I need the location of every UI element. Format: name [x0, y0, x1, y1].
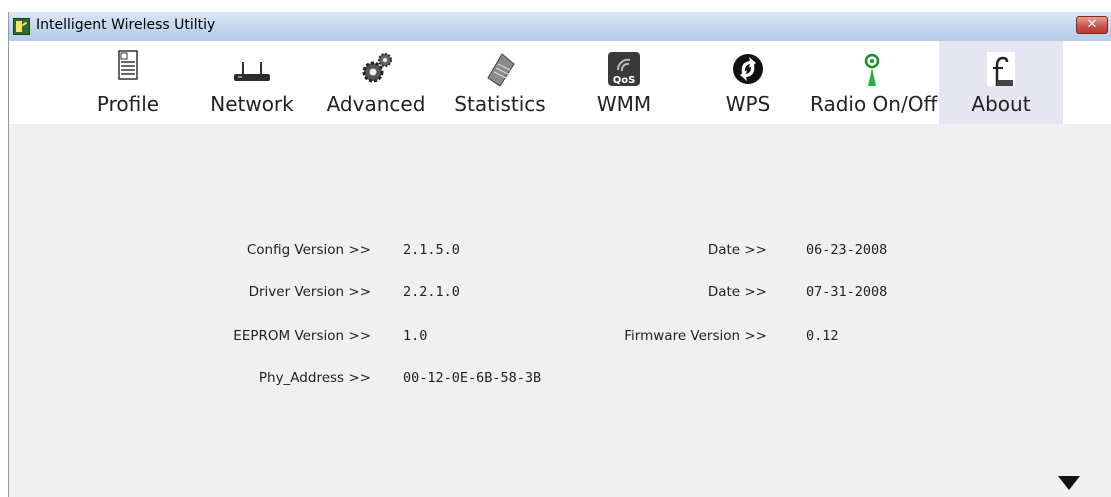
wps-icon: [733, 54, 763, 84]
tab-wps-label: WPS: [725, 92, 771, 116]
phy-address-label: Phy_Address >>: [258, 370, 371, 386]
tab-statistics[interactable]: Statistics: [438, 41, 562, 124]
tab-advanced-label: Advanced: [326, 92, 426, 116]
eeprom-version-label: EEPROM Version >>: [233, 328, 371, 344]
tab-network[interactable]: Network: [190, 41, 314, 124]
tab-network-label: Network: [210, 92, 294, 116]
statistics-icon: [487, 53, 515, 87]
app-logo-icon: [13, 18, 30, 35]
tab-radio-label: Radio On/Off: [810, 92, 938, 116]
qos-badge: QoS: [613, 75, 636, 86]
tab-advanced[interactable]: Advanced: [314, 41, 438, 124]
window-title: Intelligent Wireless Utiltiy: [36, 17, 216, 33]
driver-date-value: 07-31-2008: [806, 284, 888, 300]
tab-wmm-label: WMM: [596, 92, 652, 116]
network-icon: [234, 62, 270, 81]
firmware-version-label: Firmware Version >>: [624, 328, 767, 344]
driver-version-label: Driver Version >>: [248, 284, 371, 300]
firmware-version-value: 0.12: [806, 328, 839, 344]
wmm-qos-icon: QoS: [608, 52, 640, 86]
eeprom-version-value: 1.0: [403, 328, 428, 344]
close-button[interactable]: ✕: [1076, 16, 1108, 34]
tab-about-label: About: [971, 92, 1031, 116]
config-date-label: Date >>: [707, 242, 767, 258]
radio-icon: [864, 53, 880, 86]
phy-address-value: 00-12-0E-6B-58-3B: [403, 370, 542, 386]
tab-wps[interactable]: WPS: [686, 41, 810, 124]
about-icon: [987, 52, 1015, 86]
profile-icon: [118, 50, 138, 80]
about-panel: Config Version >> 2.1.5.0 Date >> 06-23-…: [9, 124, 1111, 497]
config-version-label: Config Version >>: [246, 242, 371, 258]
tab-profile-label: Profile: [96, 92, 160, 116]
main-toolbar: Profile Network Advanced Statistics QoS …: [9, 41, 1111, 124]
config-version-value: 2.1.5.0: [403, 242, 460, 258]
tab-profile[interactable]: Profile: [66, 41, 190, 124]
tab-wmm[interactable]: QoS WMM: [562, 41, 686, 124]
title-bar[interactable]: Intelligent Wireless Utiltiy ✕: [9, 12, 1111, 42]
driver-date-label: Date >>: [707, 284, 767, 300]
app-window: Intelligent Wireless Utiltiy ✕ Profile N…: [8, 12, 1111, 497]
tab-about[interactable]: About: [939, 41, 1063, 124]
tab-radio-on-off[interactable]: Radio On/Off: [810, 41, 938, 124]
cursor-arrow-icon: [1058, 476, 1080, 490]
tab-statistics-label: Statistics: [454, 92, 546, 116]
driver-version-value: 2.2.1.0: [403, 284, 460, 300]
config-date-value: 06-23-2008: [806, 242, 888, 258]
advanced-icon: [362, 53, 392, 83]
